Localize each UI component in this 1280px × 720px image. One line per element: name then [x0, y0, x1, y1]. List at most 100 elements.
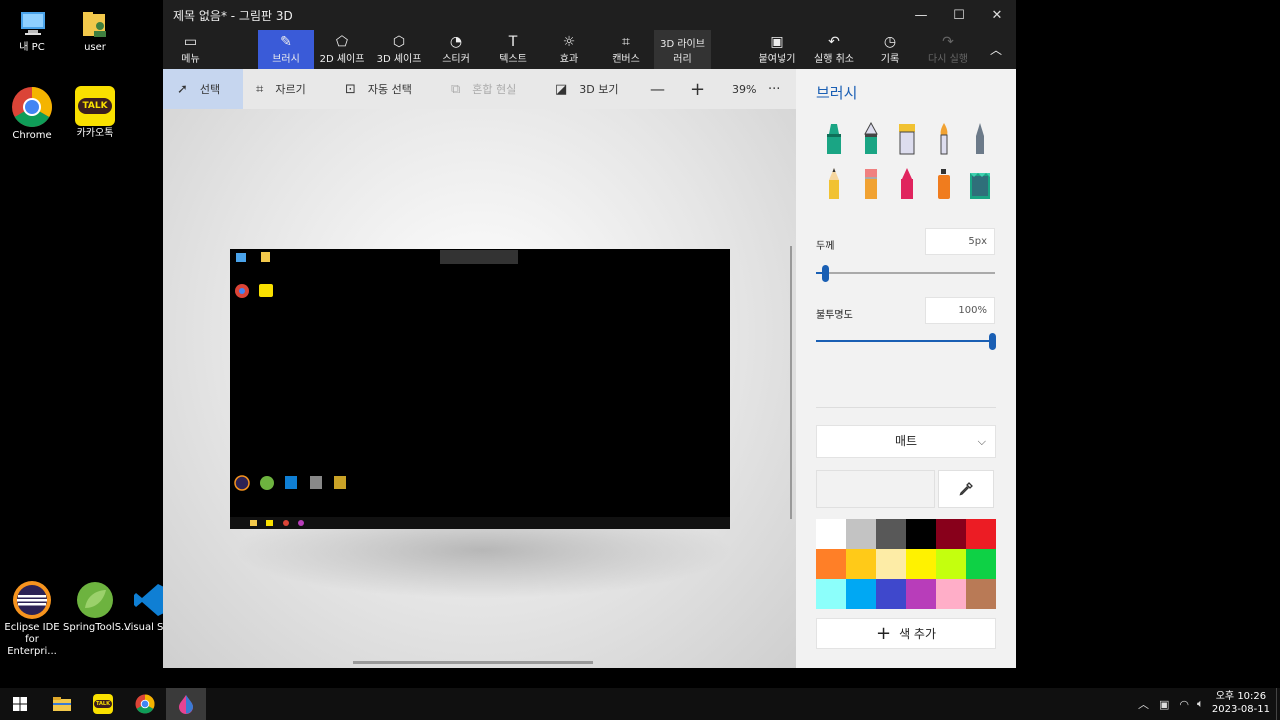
magic-select-tool[interactable]: ⊡ 자동 선택	[345, 69, 435, 109]
tab-canvas[interactable]: ⌗ 캔버스	[603, 30, 649, 69]
eraser-icon[interactable]	[859, 167, 883, 201]
taskbar-kakaotalk[interactable]: TALK	[83, 688, 123, 720]
calligraphy-pen-icon[interactable]	[859, 122, 883, 156]
mixed-reality-tool[interactable]: ⧉ 혼합 현실	[451, 69, 541, 109]
more-options-button[interactable]: ···	[768, 69, 788, 109]
taskbar-file-explorer[interactable]	[42, 688, 82, 720]
palette-swatch[interactable]	[816, 519, 846, 549]
cursor-icon: ➚	[177, 81, 188, 97]
3d-view-tool[interactable]: ◪ 3D 보기	[555, 69, 635, 109]
desktop-icon-pc[interactable]: 내 PC	[0, 8, 64, 54]
marker-brush-icon[interactable]	[822, 122, 846, 156]
collapse-ribbon-button[interactable]: ︿	[981, 30, 1011, 69]
notification-icon[interactable]: ▣	[1159, 698, 1169, 711]
spray-can-icon[interactable]	[932, 167, 956, 201]
palette-swatch[interactable]	[816, 579, 846, 609]
palette-swatch[interactable]	[936, 519, 966, 549]
vertical-scrollbar[interactable]	[790, 246, 792, 519]
tab-text[interactable]: T 텍스트	[488, 30, 538, 69]
taskbar-paint3d[interactable]	[166, 688, 206, 720]
desktop-icon-chrome[interactable]: Chrome	[0, 86, 64, 142]
thickness-slider-thumb[interactable]	[822, 265, 829, 282]
close-button[interactable]: ✕	[978, 0, 1016, 30]
current-color-swatch[interactable]	[816, 470, 935, 508]
zoom-out-button[interactable]: —	[650, 69, 666, 109]
palette-swatch[interactable]	[966, 519, 996, 549]
minimize-button[interactable]: —	[902, 0, 940, 30]
plus-icon: +	[875, 622, 892, 644]
tab-2d-shapes[interactable]: ⬠ 2D 셰이프	[316, 30, 368, 69]
palette-swatch[interactable]	[906, 519, 936, 549]
crop-tool[interactable]: ⌗ 자르기	[256, 69, 326, 109]
palette-swatch[interactable]	[936, 579, 966, 609]
palette-swatch[interactable]	[846, 549, 876, 579]
canvas-area[interactable]	[163, 109, 796, 668]
desktop-icon-user[interactable]: user	[63, 8, 127, 54]
pixel-pen-icon[interactable]	[968, 122, 992, 156]
eyedropper-button[interactable]	[938, 470, 994, 508]
tab-effects[interactable]: ☼ 효과	[548, 30, 590, 69]
volume-icon[interactable]: 🔈︎	[1197, 697, 1204, 711]
palette-swatch[interactable]	[876, 579, 906, 609]
opacity-input[interactable]: 100%	[925, 297, 995, 324]
fill-bucket-icon[interactable]	[968, 167, 992, 201]
palette-swatch[interactable]	[906, 549, 936, 579]
canvas-shadow	[233, 529, 733, 599]
opacity-slider-track[interactable]	[816, 340, 995, 342]
pencil-icon[interactable]	[822, 167, 846, 201]
desktop-icon-spring[interactable]: SpringToolS...	[63, 580, 131, 634]
palette-swatch[interactable]	[846, 579, 876, 609]
sun-icon: ☼	[562, 34, 576, 50]
cube-icon: ⬡	[392, 34, 406, 50]
palette-swatch[interactable]	[966, 579, 996, 609]
history-icon: ◷	[883, 34, 897, 50]
chevron-up-icon[interactable]: ︿	[1138, 696, 1149, 712]
thickness-slider-track[interactable]	[816, 272, 995, 274]
taskbar-chrome[interactable]	[125, 688, 165, 720]
canvas-document[interactable]	[230, 249, 730, 529]
palette-swatch[interactable]	[876, 519, 906, 549]
palette-swatch[interactable]	[966, 549, 996, 579]
history-button[interactable]: ◷ 기록	[868, 30, 912, 69]
oil-brush-icon[interactable]	[895, 122, 919, 156]
desktop-icon-vscode[interactable]: Visual S Cod	[124, 580, 164, 634]
palette-swatch[interactable]	[876, 549, 906, 579]
watercolor-brush-icon[interactable]	[932, 122, 956, 156]
windows-start-icon	[13, 697, 27, 711]
maximize-button[interactable]: ☐	[940, 0, 978, 30]
chrome-icon	[135, 694, 155, 714]
crop-icon: ⌗	[256, 81, 264, 97]
show-desktop-button[interactable]	[1276, 688, 1280, 720]
title-bar: 제목 없음* - 그림판 3D — ☐ ✕	[163, 0, 1016, 30]
opacity-slider-thumb[interactable]	[989, 333, 996, 350]
add-color-label: 색 추가	[899, 627, 937, 641]
taskbar-clock[interactable]: 오후 10:26 2023-08-11	[1212, 690, 1270, 716]
palette-swatch[interactable]	[936, 549, 966, 579]
thickness-input[interactable]: 5px	[925, 228, 995, 255]
palette-swatch[interactable]	[816, 549, 846, 579]
undo-button[interactable]: ↶ 실행 취소	[808, 30, 860, 69]
start-button[interactable]	[0, 688, 40, 720]
palette-swatch[interactable]	[906, 579, 936, 609]
paste-button[interactable]: ▣ 붙여넣기	[753, 30, 801, 69]
chrome-icon	[12, 87, 52, 127]
tab-brush[interactable]: ✎ 브러시	[258, 30, 314, 69]
redo-button[interactable]: ↷ 다시 실행	[923, 30, 973, 69]
crayon-icon[interactable]	[895, 167, 919, 201]
desktop-icon-label: Chrome	[12, 130, 52, 141]
eyedropper-icon	[959, 482, 973, 496]
add-color-button[interactable]: + 색 추가	[816, 618, 996, 649]
spring-tools-icon	[77, 582, 113, 618]
tab-stickers[interactable]: ◔ 스티커	[431, 30, 481, 69]
desktop-icon-eclipse[interactable]: Eclipse IDE for Enterpri...	[0, 580, 64, 658]
select-tool[interactable]: ➚ 선택	[163, 69, 243, 109]
horizontal-scrollbar[interactable]	[353, 661, 593, 664]
menu-button[interactable]: ▭ 메뉴	[168, 30, 213, 69]
palette-swatch[interactable]	[846, 519, 876, 549]
tab-3d-library[interactable]: 3D 라이브 러리	[654, 30, 711, 69]
tab-3d-shapes[interactable]: ⬡ 3D 셰이프	[373, 30, 425, 69]
zoom-in-button[interactable]: +	[690, 69, 706, 109]
desktop-icon-kakaotalk[interactable]: TALK 카카오톡	[63, 86, 127, 140]
finish-dropdown[interactable]: 매트 ⌵	[816, 425, 996, 458]
wifi-icon[interactable]: ◠	[1179, 698, 1189, 711]
